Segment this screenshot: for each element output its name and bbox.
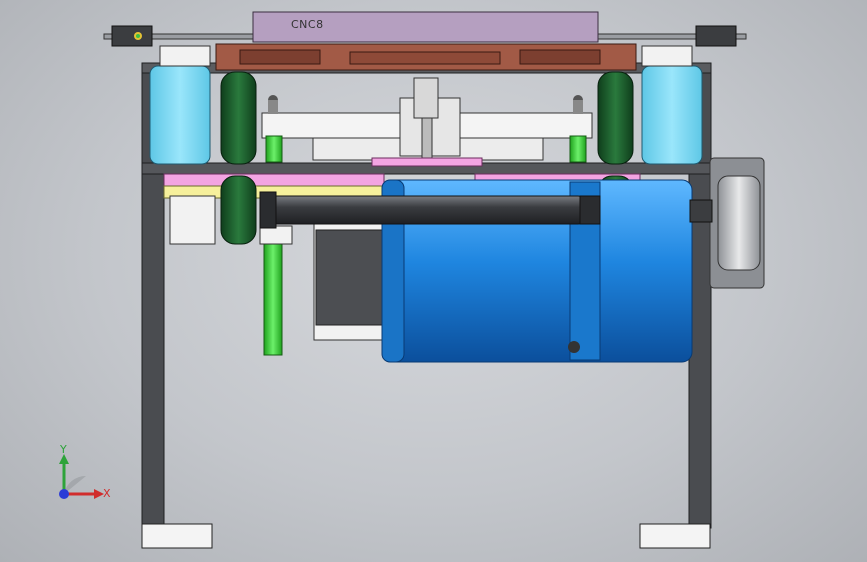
mechanism-model[interactable] — [0, 0, 867, 562]
drive-shaft[interactable] — [259, 195, 591, 225]
cad-viewport[interactable]: CNC8 Y X — [0, 0, 867, 562]
part-label: CNC8 — [291, 18, 324, 31]
y-axis-label: Y — [60, 443, 67, 456]
slide-bar[interactable] — [261, 77, 593, 165]
pink-strip[interactable] — [163, 173, 385, 187]
x-axis-label: X — [103, 487, 111, 500]
mount-plate[interactable] — [215, 43, 637, 71]
z-axis-icon — [59, 489, 69, 499]
